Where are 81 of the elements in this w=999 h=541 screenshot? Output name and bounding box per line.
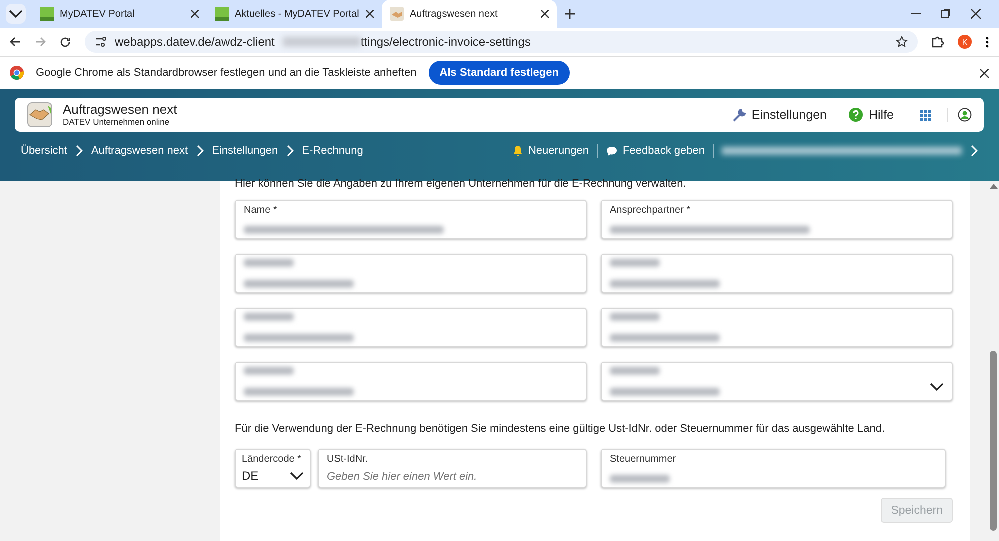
blurred-text bbox=[610, 367, 660, 375]
minimize-icon[interactable] bbox=[911, 13, 921, 15]
breadcrumb-link[interactable]: Einstellungen bbox=[212, 145, 278, 157]
close-icon[interactable] bbox=[980, 68, 989, 78]
app-subtitle: DATEV Unternehmen online bbox=[63, 117, 171, 127]
chevron-right-icon bbox=[970, 145, 978, 157]
close-icon[interactable] bbox=[971, 9, 981, 19]
input-field[interactable] bbox=[235, 308, 587, 347]
close-icon[interactable] bbox=[541, 10, 549, 18]
browser-tab[interactable]: Aktuelles - MyDATEV Portal bbox=[207, 0, 382, 28]
blurred-text bbox=[244, 313, 294, 321]
user-icon[interactable] bbox=[958, 108, 972, 122]
vat-id-input[interactable]: Geben Sie hier einen Wert ein. bbox=[327, 471, 578, 483]
browser-tab[interactable]: Auftragswesen next bbox=[382, 0, 557, 28]
close-icon[interactable] bbox=[366, 10, 374, 18]
input-field[interactable]: Name * bbox=[235, 200, 587, 239]
header-link[interactable]: Feedback geben bbox=[606, 145, 705, 157]
back-icon[interactable] bbox=[10, 37, 21, 47]
app-title: Auftragswesen next bbox=[63, 103, 178, 117]
blurred-text bbox=[610, 259, 660, 267]
field-value: DE bbox=[242, 469, 259, 483]
handshake-icon bbox=[390, 7, 404, 21]
star-icon[interactable] bbox=[896, 36, 908, 48]
chevron-down-icon bbox=[930, 383, 944, 391]
app-logo-icon bbox=[40, 7, 54, 21]
blurred-text bbox=[244, 259, 294, 267]
restore-icon[interactable] bbox=[941, 9, 951, 19]
puzzle-icon[interactable] bbox=[932, 36, 944, 48]
breadcrumb-link[interactable]: E-Rechnung bbox=[302, 145, 364, 157]
handshake-icon bbox=[27, 102, 53, 128]
help-icon bbox=[848, 108, 863, 122]
scrollbar-thumb[interactable] bbox=[990, 351, 997, 531]
tab-search-button[interactable] bbox=[6, 4, 26, 24]
breadcrumb-link[interactable]: Übersicht bbox=[21, 145, 68, 157]
blurred-text bbox=[610, 475, 670, 483]
url-text: ttings/electronic-invoice-settings bbox=[360, 35, 531, 49]
input-field[interactable] bbox=[601, 308, 953, 347]
url-text: webapps.datev.de/awdz-client bbox=[115, 35, 275, 49]
settings-button[interactable]: Einstellungen bbox=[732, 108, 827, 122]
field-label: Steuernummer bbox=[610, 454, 678, 466]
header-link[interactable]: Neuerungen bbox=[513, 145, 590, 157]
more-icon[interactable] bbox=[986, 36, 989, 48]
chevron-down-icon bbox=[290, 472, 304, 480]
input-field[interactable]: Ansprechpartner * bbox=[601, 200, 953, 239]
field-label: Ländercode * bbox=[242, 454, 302, 466]
input-field[interactable] bbox=[601, 254, 953, 293]
wrench-icon bbox=[732, 108, 746, 122]
tax-number-field[interactable]: Steuernummer bbox=[601, 449, 946, 488]
blurred-text bbox=[244, 367, 294, 375]
breadcrumb-link[interactable]: Auftragswesen next bbox=[91, 145, 188, 157]
speech-bubble-icon bbox=[606, 146, 618, 156]
set-default-button[interactable]: Als Standard festlegen bbox=[428, 61, 570, 85]
reload-icon[interactable] bbox=[60, 36, 71, 48]
intro-text: Hier können Sie die Angaben zu Ihrem eigenen Unternehmen für die E-Rechnung verwalten. bbox=[235, 178, 688, 190]
input-field[interactable] bbox=[235, 362, 587, 401]
field-label: USt-IdNr. bbox=[327, 454, 370, 466]
select-field[interactable] bbox=[601, 362, 953, 401]
app-grid-icon[interactable] bbox=[920, 110, 931, 120]
chevron-right-icon bbox=[75, 145, 84, 157]
browser-logo-icon bbox=[10, 66, 24, 80]
browser-tab[interactable]: MyDATEV Portal bbox=[32, 0, 207, 28]
help-button[interactable]: Hilfe bbox=[848, 108, 894, 122]
vat-id-field[interactable]: USt-IdNr. Geben Sie hier einen Wert ein. bbox=[318, 449, 587, 488]
scroll-up-icon[interactable] bbox=[990, 183, 998, 189]
profile-avatar[interactable]: K bbox=[958, 35, 972, 49]
site-settings-icon[interactable] bbox=[95, 37, 107, 47]
chevron-right-icon bbox=[196, 145, 204, 157]
info-text: Für die Verwendung der E-Rechnung benötigen Sie mindestens eine gültige Ust-IdNr. oder Steuernummer für das ausgewählte Land. bbox=[235, 423, 886, 435]
field-label: Ansprechpartner * bbox=[610, 205, 692, 217]
chevron-right-icon bbox=[286, 145, 294, 157]
new-tab-icon[interactable] bbox=[565, 9, 575, 19]
address-bar[interactable]: webapps.datev.de/awdz-client ttings/electronic-invoice-settings bbox=[85, 31, 918, 53]
country-code-select[interactable]: Ländercode * DE bbox=[235, 449, 311, 488]
chevron-down-icon bbox=[9, 10, 23, 18]
bell-icon bbox=[513, 145, 524, 157]
close-icon[interactable] bbox=[191, 10, 199, 18]
app-logo-icon bbox=[215, 7, 229, 21]
infobar-message: Google Chrome als Standardbrowser festlegen und an die Taskleiste anheften bbox=[36, 67, 417, 79]
blurred-text bbox=[610, 313, 660, 321]
field-label: Name * bbox=[244, 205, 278, 217]
input-field[interactable] bbox=[235, 254, 587, 293]
